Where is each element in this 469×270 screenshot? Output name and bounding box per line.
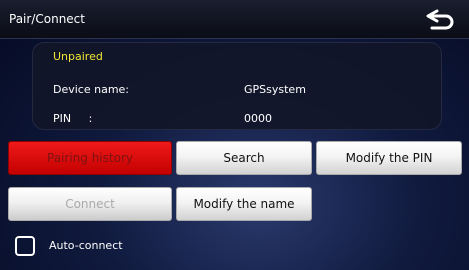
back-button[interactable] [424,5,458,33]
pairing-status: Unpaired [53,50,103,63]
auto-connect-checkbox[interactable] [15,236,35,256]
pin-label: PIN : [53,112,93,125]
pin-value: 0000 [244,112,272,125]
pairing-history-button[interactable]: Pairing history [8,141,172,175]
auto-connect-label: Auto-connect [49,239,123,252]
device-name-value: GPSsystem [244,83,306,96]
title-bar: Pair/Connect [0,0,469,39]
search-button[interactable]: Search [176,141,312,175]
device-name-label: Device name: [53,83,130,96]
page-title: Pair/Connect [9,12,85,26]
modify-name-button[interactable]: Modify the name [176,187,312,221]
device-info-panel: Unpaired Device name: GPSsystem PIN : 00… [32,42,442,130]
return-arrow-icon [426,9,454,30]
modify-pin-button[interactable]: Modify the PIN [316,141,462,175]
connect-button[interactable]: Connect [8,187,172,221]
